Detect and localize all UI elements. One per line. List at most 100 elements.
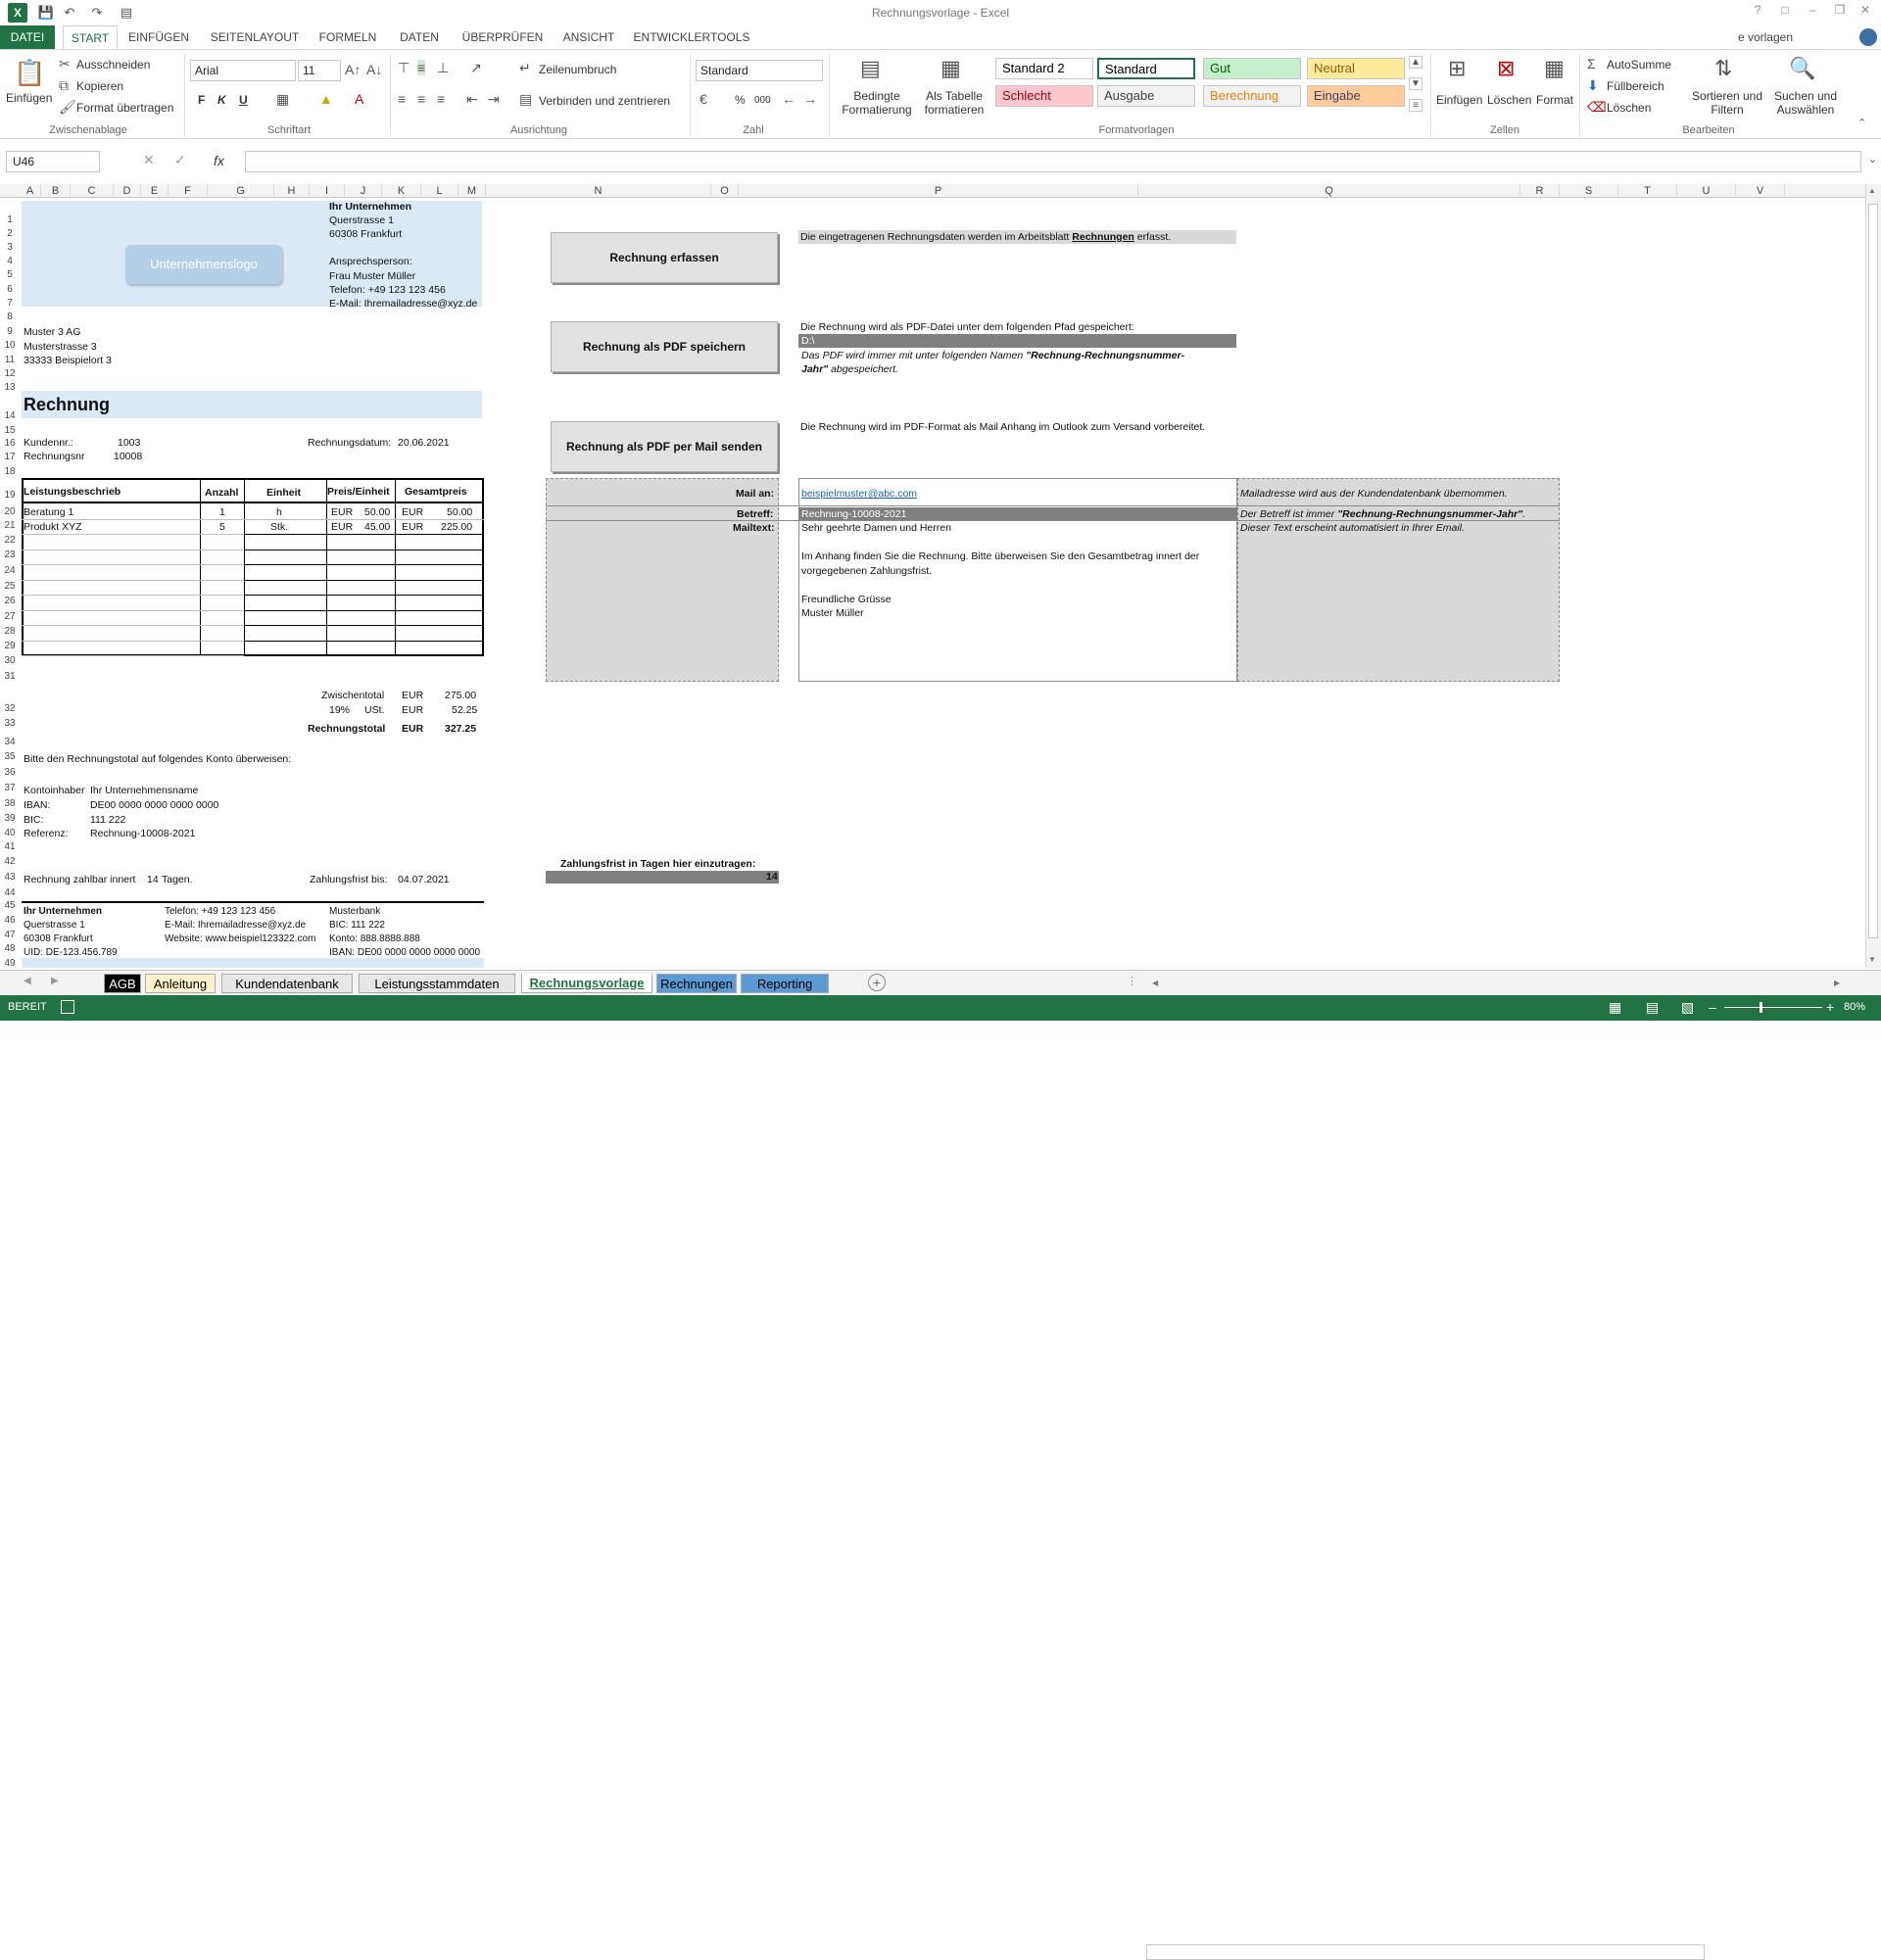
row-header[interactable]: 13 (0, 382, 20, 393)
scroll-left-icon[interactable]: ◀ (1152, 971, 1158, 996)
row-header[interactable]: 40 (0, 828, 20, 838)
row-header[interactable]: 49 (0, 958, 20, 968)
expand-formula-bar-icon[interactable]: ⌄ (1868, 153, 1877, 166)
ribbon-display-icon[interactable]: □ (1775, 3, 1795, 21)
column-header[interactable]: V (1736, 184, 1785, 198)
row-header[interactable]: 20 (0, 506, 20, 517)
zoom-slider-handle[interactable] (1760, 1002, 1762, 1013)
clear-icon[interactable]: ⌫ (1587, 99, 1607, 116)
conditional-format-icon[interactable]: ▤ (860, 56, 881, 81)
find-select-icon[interactable]: 🔍 (1789, 56, 1815, 81)
format-as-table-icon[interactable]: ▦ (940, 56, 961, 81)
scroll-down-icon[interactable]: ▼ (1868, 955, 1876, 964)
conditional-format-button[interactable]: Bedingte Formatierung (837, 89, 917, 117)
row-header[interactable]: 32 (0, 703, 20, 714)
name-box[interactable]: U46 (6, 151, 100, 172)
normal-view-icon[interactable]: ▦ (1609, 999, 1621, 1016)
tab-start[interactable]: START (63, 25, 118, 49)
zoom-slider[interactable] (1724, 1007, 1822, 1008)
sheet-tab[interactable]: Reporting (741, 974, 829, 993)
payment-term-field[interactable] (546, 871, 779, 884)
increase-decimal-icon[interactable]: ← (782, 91, 796, 107)
scroll-right-icon[interactable]: ▶ (1834, 971, 1840, 996)
number-format-select[interactable]: Standard (696, 60, 823, 81)
styles-scroll-up-icon[interactable]: ▲ (1409, 56, 1423, 69)
wrap-text-icon[interactable]: ↵ (519, 60, 531, 76)
cell-style-item[interactable]: Schlecht (995, 85, 1093, 107)
worksheet-grid[interactable]: ABCDEFGHIJKLMNOPQRSTUV 1 2 3 4 5 6 7 8 9 10 11 12 13… (0, 184, 1865, 968)
macro-record-icon[interactable] (61, 1000, 74, 1014)
align-left-icon[interactable]: ≡ (398, 91, 406, 107)
row-header[interactable]: 45 (0, 900, 20, 911)
save-pdf-button[interactable]: Rechnung als PDF speichern (551, 321, 778, 372)
row-header[interactable]: 7 (0, 298, 20, 309)
format-cells-button[interactable]: Format (1536, 93, 1573, 107)
merge-center-button[interactable]: Verbinden und zentrieren (539, 94, 670, 108)
page-layout-view-icon[interactable]: ▤ (1646, 999, 1659, 1016)
merge-center-icon[interactable]: ▤ (519, 91, 532, 108)
row-header[interactable]: 48 (0, 943, 20, 954)
row-header[interactable]: 6 (0, 284, 20, 295)
vertical-scrollbar[interactable]: ▲ ▼ (1865, 184, 1881, 968)
tab-view[interactable]: ANSICHT (558, 25, 619, 49)
sheet-tab[interactable]: Rechnungsvorlage (521, 974, 652, 993)
column-header[interactable]: E (141, 184, 169, 198)
row-header[interactable]: 14 (0, 410, 20, 421)
user-name[interactable]: e vorlagen (1738, 30, 1793, 44)
row-header[interactable]: 10 (0, 340, 20, 351)
cell-style-item[interactable]: Ausgabe (1097, 85, 1195, 107)
italic-button[interactable]: K (217, 93, 226, 107)
autosum-icon[interactable]: Σ (1587, 56, 1596, 72)
currency-icon[interactable]: € (699, 91, 707, 107)
row-header[interactable]: 42 (0, 856, 20, 867)
company-logo[interactable]: Unternehmenslogo (125, 245, 282, 284)
row-header[interactable]: 21 (0, 520, 20, 531)
row-header[interactable]: 35 (0, 751, 20, 762)
sheet-tab[interactable]: Anleitung (145, 974, 216, 993)
mail-subject[interactable]: Rechnung-10008-2021 (801, 508, 906, 520)
align-bottom-icon[interactable]: ⊥ (437, 60, 449, 76)
next-sheet-icon[interactable]: ▶ (51, 976, 59, 986)
column-header[interactable]: I (310, 184, 345, 198)
cell-style-item[interactable]: Neutral (1307, 58, 1405, 79)
row-header[interactable]: 27 (0, 611, 20, 622)
sheet-tab[interactable]: Leistungsstammdaten (359, 974, 515, 993)
column-header[interactable]: D (114, 184, 141, 198)
row-header[interactable]: 12 (0, 368, 20, 379)
format-painter-icon[interactable]: 🖌 (59, 99, 76, 116)
row-header[interactable]: 24 (0, 565, 20, 576)
cut-icon[interactable]: ✂ (59, 56, 71, 72)
sheet-tab[interactable]: Kundendatenbank (221, 974, 353, 993)
row-header[interactable]: 16 (0, 438, 20, 449)
help-icon[interactable]: ? (1748, 3, 1767, 21)
tab-formulas[interactable]: FORMELN (315, 25, 380, 49)
cancel-entry-icon[interactable]: ✕ (143, 152, 155, 168)
close-icon[interactable]: ✕ (1856, 3, 1875, 21)
clear-button[interactable]: Löschen (1607, 101, 1651, 115)
row-header[interactable]: 23 (0, 550, 20, 560)
pdf-path-field[interactable] (798, 334, 1236, 348)
collapse-ribbon-icon[interactable]: ⌃ (1857, 117, 1866, 129)
row-header[interactable]: 8 (0, 311, 20, 322)
row-header[interactable]: 38 (0, 798, 20, 809)
thousands-button[interactable]: 000 (754, 95, 771, 106)
zoom-in-icon[interactable]: + (1826, 999, 1834, 1015)
zoom-level[interactable]: 80% (1844, 1001, 1865, 1013)
add-sheet-icon[interactable]: + (868, 974, 886, 991)
row-header[interactable]: 43 (0, 872, 20, 883)
format-cells-icon[interactable]: ▦ (1544, 56, 1565, 81)
copy-button[interactable]: Kopieren (76, 79, 123, 93)
record-invoice-button[interactable]: Rechnung erfassen (551, 232, 778, 283)
tab-developer[interactable]: ENTWICKLERTOOLS (633, 25, 750, 49)
grow-font-icon[interactable]: A↑ (345, 62, 361, 77)
column-header[interactable]: C (71, 184, 114, 198)
fill-button[interactable]: Füllbereich (1607, 79, 1664, 93)
row-header[interactable]: 41 (0, 841, 20, 852)
decrease-indent-icon[interactable]: ⇤ (466, 91, 478, 108)
cell-style-item[interactable]: Eingabe (1307, 85, 1405, 107)
row-header[interactable]: 11 (0, 355, 20, 365)
formula-input[interactable] (245, 151, 1861, 172)
scroll-up-icon[interactable]: ▲ (1868, 186, 1876, 195)
border-icon[interactable]: ▦ (276, 91, 289, 108)
row-header[interactable]: 44 (0, 887, 20, 898)
